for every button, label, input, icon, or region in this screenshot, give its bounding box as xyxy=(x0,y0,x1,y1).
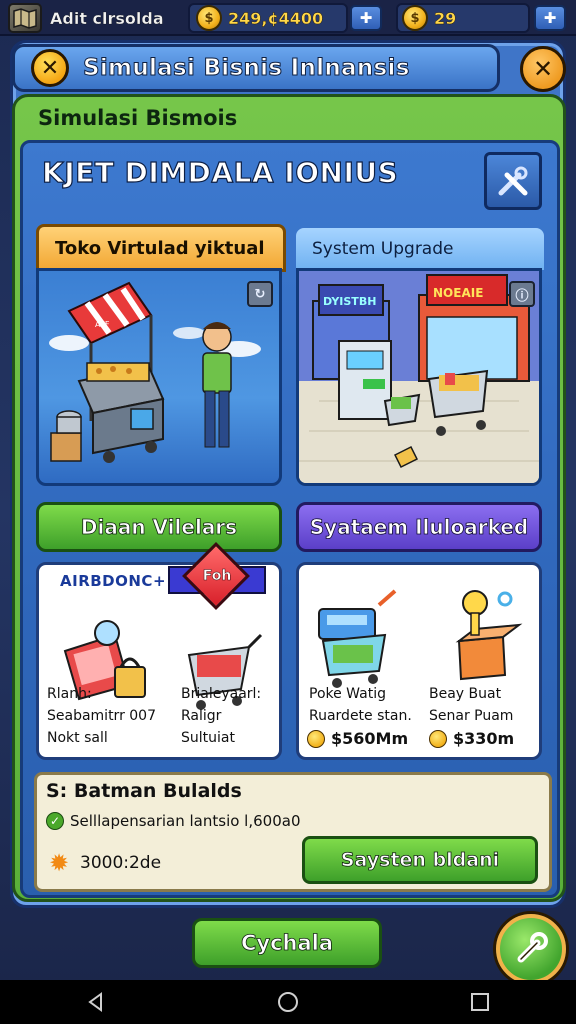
gem-coin-icon: $ xyxy=(402,5,428,31)
app-title: Adit clrsolda xyxy=(50,8,164,28)
window-title: Simulasi Bisnis Inlnansis xyxy=(83,55,410,82)
back-icon xyxy=(88,992,102,1012)
summary-check-row: ✓ Selllapensarian lantsio l,600a0 xyxy=(46,812,301,830)
price-value-2: $330m xyxy=(453,729,515,748)
system-nav-bar xyxy=(0,980,576,1024)
plus-arrow-icon: ✚ xyxy=(359,9,373,27)
right-info-card[interactable]: Poke Watig Ruardete stan. Beay Buat Sena… xyxy=(296,562,542,760)
card-left-col1: Rlanh: Seabamitrr 007 Nokt sall xyxy=(47,683,156,749)
cross-tools-icon: ✕ xyxy=(31,49,69,87)
tab-system-upgrade[interactable]: System Upgrade xyxy=(296,228,544,270)
plus-arrow-icon: ✚ xyxy=(543,9,557,27)
vendor-action-button[interactable]: Diaan Vilelars xyxy=(36,502,282,552)
card-left-line: Brialeyaarl: xyxy=(181,686,262,702)
card-right-line: Beay Buat xyxy=(429,686,502,702)
recents-button[interactable] xyxy=(460,982,500,1022)
currency-counter: $ 249,¢4400 xyxy=(188,3,348,33)
diamond-badge-label: Foh xyxy=(202,568,232,585)
card-left-line: Rlanh: xyxy=(47,686,92,702)
system-upgrade-scene: DYISTBH NOEAIE ⓘ xyxy=(296,268,542,486)
wrench-icon xyxy=(517,932,548,963)
vendor-action-label: Diaan Vilelars xyxy=(80,515,238,540)
tab-virtual-store-label: Toko Virtulad yiktual xyxy=(55,237,265,259)
add-gems-button[interactable]: ✚ xyxy=(534,5,566,31)
close-icon: ✕ xyxy=(532,55,554,83)
tools-icon xyxy=(498,166,528,196)
card-left-line: Nokt sall xyxy=(47,730,108,746)
scene-info-button-right[interactable]: ⓘ xyxy=(509,281,535,307)
vendor-stall-illustration: AllF xyxy=(49,281,261,463)
summary-title: S: Batman Bulalds xyxy=(46,780,242,802)
card-right-price2: $330m xyxy=(429,729,514,748)
card-left-tag: AIRBDONC+ xyxy=(60,572,167,590)
cart-box-illustration xyxy=(318,589,523,688)
virtual-store-scene: AllF ↻ xyxy=(36,268,282,486)
recents-icon xyxy=(471,993,489,1011)
build-action-button[interactable] xyxy=(496,914,566,984)
coin-icon xyxy=(429,729,447,748)
card-right-col1: Poke Watig Ruardete stan. xyxy=(309,683,412,727)
store-sign-left: DYISTBH xyxy=(323,295,376,308)
window-title-bar: ✕ Simulasi Bisnis Inlnansis xyxy=(12,44,500,92)
confirm-button[interactable]: Cychala xyxy=(192,918,382,968)
burst-icon: ✹ xyxy=(48,849,70,877)
banner-title: KJET DIMDALA IONIUS xyxy=(41,155,399,189)
info-icon: ⓘ xyxy=(515,288,529,304)
system-action-label: Syataem Iluloarked xyxy=(309,515,529,540)
stall-sign: AllF xyxy=(95,320,110,329)
card-left-line: Seabamitrr 007 xyxy=(47,708,156,724)
tools-button[interactable] xyxy=(484,152,542,210)
card-right-line: Senar Puam xyxy=(429,708,514,724)
map-icon xyxy=(8,3,42,33)
card-left-col2: Brialeyaarl: Raligr Sultuiat xyxy=(181,683,279,749)
tab-system-upgrade-label: System Upgrade xyxy=(312,239,454,259)
coin-icon: $ xyxy=(196,5,222,31)
confirm-label: Cychala xyxy=(240,931,334,956)
tab-virtual-store[interactable]: Toko Virtulad yiktual xyxy=(36,224,286,272)
supermarket-illustration: DYISTBH NOEAIE xyxy=(299,271,539,483)
top-bar: Adit clrsolda $ 249,¢4400 ✚ $ 29 ✚ xyxy=(0,0,576,36)
home-icon xyxy=(278,992,298,1012)
close-button[interactable]: ✕ xyxy=(520,46,566,92)
price-value-1: $560Mm xyxy=(331,729,409,748)
system-upgrade-button[interactable]: Saysten bldani xyxy=(302,836,538,884)
summary-cost-value: 3000:2de xyxy=(80,853,162,873)
card-right-col2: Beay Buat Senar Puam xyxy=(429,683,513,727)
card-right-price1: $560Mm xyxy=(307,729,408,748)
scene-info-button[interactable]: ↻ xyxy=(247,281,273,307)
card-right-line: Poke Watig xyxy=(309,686,386,702)
store-sign-right: NOEAIE xyxy=(433,286,483,300)
summary-cost-row: ✹ 3000:2de xyxy=(46,850,161,876)
add-currency-button[interactable]: ✚ xyxy=(350,5,382,31)
coin-icon xyxy=(307,729,325,748)
app-badge[interactable]: Adit clrsolda xyxy=(8,2,170,34)
gems-counter: $ 29 xyxy=(396,3,530,33)
currency-value: 249,¢4400 xyxy=(228,8,324,28)
home-button[interactable] xyxy=(268,982,308,1022)
gems-value: 29 xyxy=(434,8,457,28)
card-left-line: Raligr Sultuiat xyxy=(181,708,235,746)
summary-check-text: Selllapensarian lantsio l,600a0 xyxy=(70,812,301,830)
swap-icon: ↻ xyxy=(254,286,266,302)
system-action-button[interactable]: Syataem Iluloarked xyxy=(296,502,542,552)
check-icon: ✓ xyxy=(46,812,64,830)
panel-title: Simulasi Bismois xyxy=(38,106,238,130)
card-right-line: Ruardete stan. xyxy=(309,708,412,724)
back-button[interactable] xyxy=(76,982,116,1022)
system-upgrade-label: Saysten bldani xyxy=(340,849,500,872)
